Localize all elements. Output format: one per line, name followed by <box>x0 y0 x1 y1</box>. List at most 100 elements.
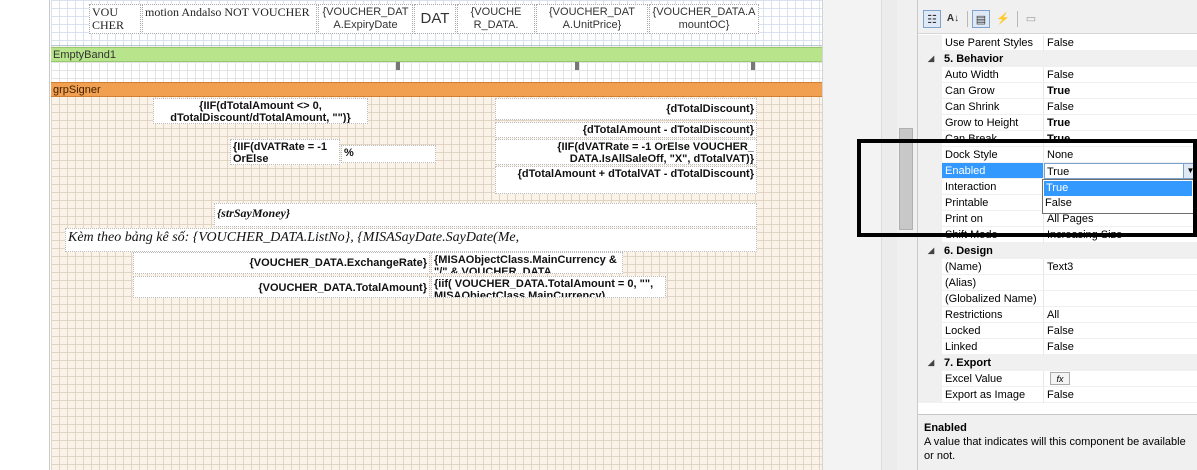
property-value[interactable]: False <box>1044 67 1197 83</box>
category-label: 6. Design <box>944 245 993 257</box>
property-row[interactable]: Use Parent Styles False <box>918 35 1197 51</box>
property-value[interactable]: True <box>1044 115 1197 131</box>
expression-fx-button[interactable]: fx <box>1050 372 1070 385</box>
textbox[interactable]: {MISAObjectClass.MainCurrency & "/" & VO… <box>431 252 623 274</box>
property-name: Interaction <box>942 179 1044 195</box>
resize-handle[interactable] <box>575 62 579 70</box>
property-value[interactable]: True <box>1044 131 1197 147</box>
property-row[interactable]: Can Break True <box>918 131 1197 147</box>
enabled-dropdown[interactable]: True ▼ <box>1044 163 1197 179</box>
property-row[interactable]: Auto Width False <box>918 67 1197 83</box>
events-icon[interactable]: ⚡ <box>994 10 1012 28</box>
vertical-scrollbar[interactable] <box>881 0 897 470</box>
textbox[interactable]: {IIF(dVATRate = -1 OrElse VOUCHER_ DATA.… <box>495 139 757 165</box>
textbox[interactable]: {dTotalDiscount} <box>495 98 757 120</box>
property-name: Use Parent Styles <box>942 35 1044 51</box>
property-row[interactable]: Linked False <box>918 339 1197 355</box>
property-row[interactable]: Shift Mode Increasing Size <box>918 227 1197 243</box>
property-value[interactable] <box>1044 291 1197 307</box>
header-cell[interactable]: motion Andalso NOT VOUCHER <box>142 4 317 34</box>
property-row[interactable]: Can Grow True <box>918 83 1197 99</box>
report-designer[interactable]: VOU CHER motion Andalso NOT VOUCHER {VOU… <box>0 0 897 470</box>
properties-icon[interactable]: ▤ <box>972 10 990 28</box>
property-value[interactable]: False <box>1044 35 1197 51</box>
textbox[interactable]: {IIF(dTotalAmount <> 0, dTotalDiscount/d… <box>153 98 368 124</box>
dropdown-value: True <box>1047 166 1070 178</box>
textbox[interactable]: {IIF(dVATRate = -1 OrElse <box>230 139 340 165</box>
header-cell[interactable]: {VOUCHER_DAT A.ExpiryDate <box>318 4 413 34</box>
property-name: Restrictions <box>942 307 1044 323</box>
property-value[interactable]: None <box>1044 147 1197 163</box>
enabled-dropdown-list[interactable]: True False <box>1042 179 1194 214</box>
property-row[interactable]: Can Shrink False <box>918 99 1197 115</box>
category-label: 7. Export <box>944 357 992 369</box>
category-design[interactable]: ◢ 6. Design <box>918 243 1197 259</box>
dropdown-option-false[interactable]: False <box>1043 196 1193 211</box>
property-value[interactable]: Text3 <box>1044 259 1197 275</box>
data-band-header[interactable]: VOU CHER motion Andalso NOT VOUCHER {VOU… <box>51 0 822 46</box>
property-name: Export as Image <box>942 387 1044 403</box>
toolbar-separator <box>967 11 968 27</box>
property-value[interactable]: False <box>1044 387 1197 403</box>
header-cell[interactable]: VOU CHER <box>89 4 141 34</box>
property-row[interactable]: Excel Value fx <box>918 371 1197 387</box>
property-value[interactable]: False <box>1044 99 1197 115</box>
property-row-selected[interactable]: Enabled True ▼ <box>918 163 1197 179</box>
textbox[interactable]: % <box>341 145 436 163</box>
description-text: A value that indicates will this compone… <box>924 436 1186 462</box>
empty-band-area[interactable] <box>51 62 822 82</box>
collapse-icon[interactable]: ◢ <box>928 243 934 259</box>
property-name: Grow to Height <box>942 115 1044 131</box>
textbox[interactable]: {VOUCHER_DATA.ExchangeRate} <box>133 252 430 274</box>
textbox[interactable]: {dTotalAmount + dTotalVAT - dTotalDiscou… <box>495 166 757 194</box>
property-row[interactable]: (Alias) <box>918 275 1197 291</box>
sort-az-icon[interactable]: A↓ <box>944 10 962 28</box>
header-cell[interactable]: {VOUCHE R_DATA. <box>457 4 535 34</box>
header-cell[interactable]: {VOUCHER_DATA.A mountOC} <box>649 4 759 34</box>
textbox[interactable]: {dTotalAmount - dTotalDiscount} <box>495 122 757 138</box>
category-behavior[interactable]: ◢ 5. Behavior <box>918 51 1197 67</box>
property-row[interactable]: Dock Style None <box>918 147 1197 163</box>
designer-margin <box>822 0 897 470</box>
property-value[interactable]: False <box>1044 323 1197 339</box>
description-title: Enabled <box>924 422 967 434</box>
scrollbar-thumb[interactable] <box>899 128 913 230</box>
splitter-scrollbar[interactable] <box>897 0 917 470</box>
property-row[interactable]: Locked False <box>918 323 1197 339</box>
dropdown-arrow-icon[interactable]: ▼ <box>1183 164 1197 178</box>
property-name: Locked <box>942 323 1044 339</box>
property-name: (Name) <box>942 259 1044 275</box>
property-grid[interactable]: Use Parent Styles False ◢ 5. Behavior Auto… <box>918 35 1197 403</box>
header-cell[interactable]: DAT <box>414 4 456 34</box>
textbox[interactable]: {VOUCHER_DATA.TotalAmount} <box>133 276 430 298</box>
categorized-icon[interactable]: ☷ <box>923 10 941 28</box>
dropdown-option-true[interactable]: True <box>1044 181 1192 196</box>
property-row[interactable]: (Name) Text3 <box>918 259 1197 275</box>
category-export[interactable]: ◢ 7. Export <box>918 355 1197 371</box>
textbox[interactable]: {iif( VOUCHER_DATA.TotalAmount = 0, "", … <box>431 276 666 298</box>
property-value[interactable]: fx <box>1044 371 1197 387</box>
property-name: Excel Value <box>942 371 1044 387</box>
property-row[interactable]: (Globalized Name) <box>918 291 1197 307</box>
property-pages-icon[interactable]: ▭ <box>1022 10 1040 28</box>
property-value[interactable] <box>1044 275 1197 291</box>
property-value[interactable]: False <box>1044 339 1197 355</box>
properties-toolbar: ☷ A↓ ▤ ⚡ ▭ <box>918 0 1197 34</box>
property-row[interactable]: Grow to Height True <box>918 115 1197 131</box>
header-cell[interactable]: {VOUCHER_DAT A.UnitPrice} <box>536 4 648 34</box>
empty-band-title[interactable]: EmptyBand1 <box>51 47 822 62</box>
property-name: Can Grow <box>942 83 1044 99</box>
textbox[interactable]: Kèm theo bảng kê số: {VOUCHER_DATA.ListN… <box>65 228 757 252</box>
property-row[interactable]: Export as Image False <box>918 387 1197 403</box>
property-row[interactable]: Restrictions All <box>918 307 1197 323</box>
resize-handle[interactable] <box>396 62 400 70</box>
property-value[interactable]: All <box>1044 307 1197 323</box>
group-band-title[interactable]: grpSigner <box>51 82 822 97</box>
category-label: 5. Behavior <box>944 53 1004 65</box>
collapse-icon[interactable]: ◢ <box>928 51 934 67</box>
textbox[interactable]: {strSayMoney} <box>214 203 757 227</box>
resize-handle[interactable] <box>751 62 755 70</box>
property-value[interactable]: Increasing Size <box>1044 227 1197 243</box>
collapse-icon[interactable]: ◢ <box>928 355 934 371</box>
property-value[interactable]: True <box>1044 83 1197 99</box>
